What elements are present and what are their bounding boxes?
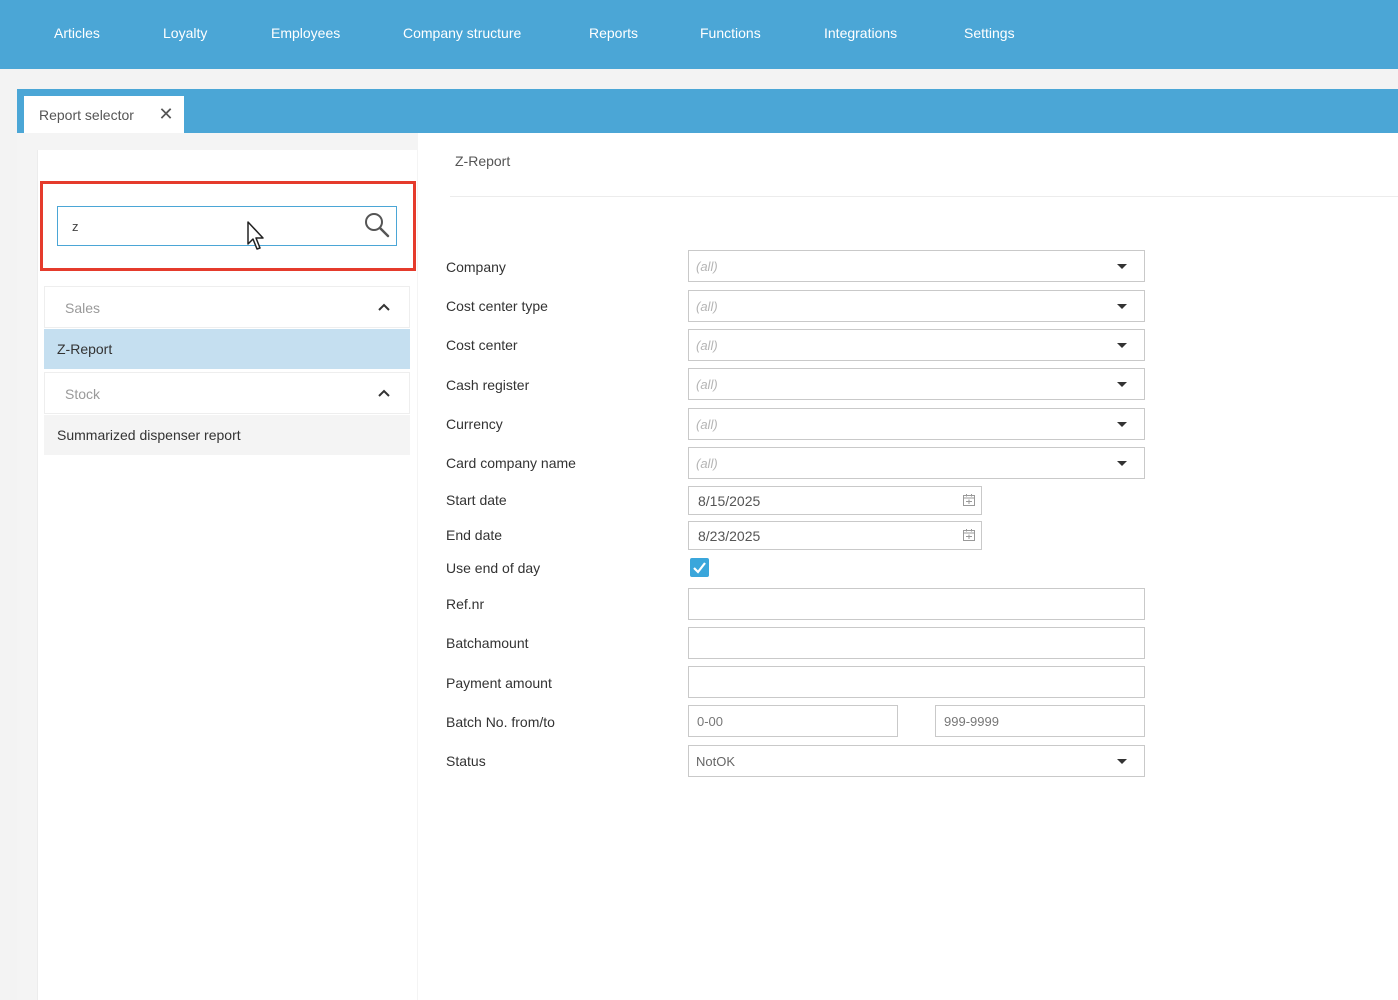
payment-amount-field[interactable]: [688, 666, 1145, 698]
cost-center-value: (all): [696, 338, 718, 353]
nav-articles[interactable]: Articles: [54, 25, 100, 41]
caret-down-icon: [1117, 422, 1127, 427]
tab-bar: Report selector ✕: [17, 89, 1398, 133]
batch-no-from-value: 0-00: [697, 714, 724, 729]
title-divider: [450, 196, 1398, 197]
calendar-icon[interactable]: [962, 493, 976, 507]
group-header-stock[interactable]: Stock: [44, 372, 410, 414]
currency-label: Currency: [446, 416, 503, 432]
card-company-value: (all): [696, 456, 718, 471]
group-label: Stock: [65, 386, 101, 402]
chevron-up-icon[interactable]: [377, 386, 391, 400]
top-navigation: Articles Loyalty Employees Company struc…: [0, 0, 1398, 69]
cost-center-label: Cost center: [446, 337, 518, 353]
end-date-field[interactable]: 8/23/2025: [688, 521, 982, 550]
batch-no-label: Batch No. from/to: [446, 714, 555, 730]
caret-down-icon: [1117, 759, 1127, 764]
card-company-select[interactable]: (all): [688, 447, 1145, 479]
batchamount-label: Batchamount: [446, 635, 529, 651]
payment-amount-label: Payment amount: [446, 675, 552, 691]
batch-no-to-field[interactable]: 999-9999: [935, 705, 1145, 737]
caret-down-icon: [1117, 304, 1127, 309]
search-icon[interactable]: [363, 211, 391, 239]
company-value: (all): [696, 259, 718, 274]
group-header-sales[interactable]: Sales: [44, 286, 410, 328]
cash-register-label: Cash register: [446, 377, 530, 393]
report-item-label: Z-Report: [57, 341, 113, 357]
ref-nr-field[interactable]: [688, 588, 1145, 620]
batchamount-field[interactable]: [688, 627, 1145, 659]
report-title: Z-Report: [455, 153, 511, 169]
cost-center-type-label: Cost center type: [446, 298, 548, 314]
cost-center-type-value: (all): [696, 299, 718, 314]
caret-down-icon: [1117, 382, 1127, 387]
group-label: Sales: [65, 300, 101, 316]
checkmark-icon: [693, 562, 706, 574]
end-date-label: End date: [446, 527, 503, 543]
close-icon[interactable]: ✕: [156, 104, 176, 124]
currency-select[interactable]: (all): [688, 408, 1145, 440]
ref-nr-label: Ref.nr: [446, 596, 485, 612]
batch-no-from-field[interactable]: 0-00: [688, 705, 898, 737]
tab-label: Report selector: [39, 106, 134, 123]
batch-no-to-value: 999-9999: [944, 714, 999, 729]
chevron-up-icon[interactable]: [377, 300, 391, 314]
report-item-summarized-dispenser[interactable]: Summarized dispenser report: [44, 415, 410, 455]
nav-loyalty[interactable]: Loyalty: [163, 25, 207, 41]
status-value: NotOK: [696, 754, 736, 769]
company-label: Company: [446, 259, 506, 275]
start-date-value: 8/15/2025: [698, 493, 761, 509]
use-end-of-day-label: Use end of day: [446, 560, 541, 576]
company-select[interactable]: (all): [688, 250, 1145, 282]
tab-report-selector[interactable]: Report selector ✕: [24, 96, 184, 133]
caret-down-icon: [1117, 343, 1127, 348]
caret-down-icon: [1117, 264, 1127, 269]
cost-center-type-select[interactable]: (all): [688, 290, 1145, 322]
nav-integrations[interactable]: Integrations: [824, 25, 897, 41]
cash-register-value: (all): [696, 377, 718, 392]
calendar-icon[interactable]: [962, 528, 976, 542]
report-tree-body: [37, 150, 417, 1000]
report-search-input[interactable]: [57, 206, 397, 246]
status-label: Status: [446, 753, 486, 769]
nav-employees[interactable]: Employees: [271, 25, 340, 41]
nav-company-structure[interactable]: Company structure: [403, 25, 521, 41]
nav-functions[interactable]: Functions: [700, 25, 761, 41]
start-date-label: Start date: [446, 492, 507, 508]
use-end-of-day-checkbox[interactable]: [690, 558, 709, 577]
card-company-label: Card company name: [446, 455, 576, 471]
cash-register-select[interactable]: (all): [688, 368, 1145, 400]
report-item-z-report[interactable]: Z-Report: [44, 329, 410, 369]
nav-settings[interactable]: Settings: [964, 25, 1015, 41]
caret-down-icon: [1117, 461, 1127, 466]
end-date-value: 8/23/2025: [698, 528, 761, 544]
start-date-field[interactable]: 8/15/2025: [688, 486, 982, 515]
currency-value: (all): [696, 417, 718, 432]
mouse-pointer-icon: [247, 221, 264, 250]
nav-reports[interactable]: Reports: [589, 25, 638, 41]
status-select[interactable]: NotOK: [688, 745, 1145, 777]
report-item-label: Summarized dispenser report: [57, 427, 241, 443]
cost-center-select[interactable]: (all): [688, 329, 1145, 361]
